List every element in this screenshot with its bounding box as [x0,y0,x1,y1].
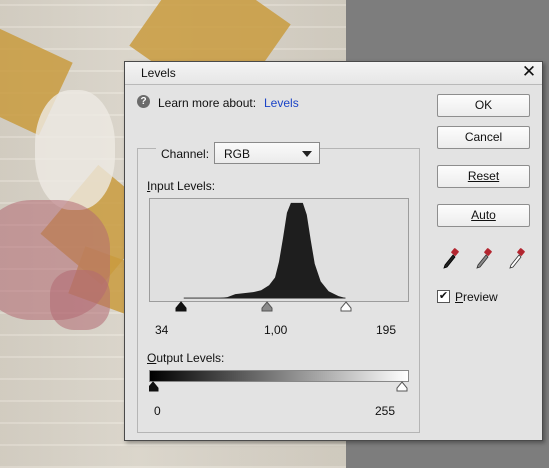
output-slider-track [149,381,408,392]
learn-more-link[interactable]: Levels [264,96,299,110]
output-black-value[interactable]: 0 [154,404,161,418]
help-icon: ? [137,95,150,108]
histogram [149,198,409,302]
output-white-slider-handle [396,381,408,392]
white-point-eyedropper-icon[interactable] [508,248,526,270]
close-icon[interactable]: ✕ [520,63,538,81]
channel-select[interactable]: RGB [214,142,320,164]
cancel-button[interactable]: Cancel [437,126,530,149]
channel-value: RGB [224,147,251,161]
input-white-slider-handle [340,301,352,312]
input-black-value[interactable]: 34 [155,323,168,337]
input-slider-track [175,301,352,312]
output-white-value[interactable]: 255 [375,404,395,418]
dialog-title: Levels [141,66,176,80]
reset-button[interactable]: Reset [437,165,530,188]
input-midtone-slider-handle [261,301,273,312]
input-black-slider-handle [175,301,187,312]
preview-label[interactable]: Preview [455,290,498,304]
black-point-eyedropper-icon[interactable] [442,248,460,270]
dialog-titlebar[interactable]: Levels ✕ [125,62,542,85]
preview-checkbox[interactable]: ✔ [437,290,450,303]
chevron-down-icon [302,151,312,157]
histogram-curve [183,202,346,299]
ok-button[interactable]: OK [437,94,530,117]
auto-button-label: Auto [471,208,496,222]
channel-label: Channel: [156,147,215,161]
learn-more-text: Learn more about: [158,96,257,110]
output-black-slider-handle [149,381,159,392]
input-white-value[interactable]: 195 [376,323,396,337]
input-levels-label: Input Levels: [147,179,216,193]
gray-point-eyedropper-icon[interactable] [475,248,493,270]
reset-button-label: Reset [467,169,500,183]
levels-dialog: Levels ✕ ? Learn more about: Levels OK C… [124,61,543,441]
input-midtone-value[interactable]: 1,00 [264,323,287,337]
auto-button[interactable]: Auto [437,204,530,227]
output-levels-label: Output Levels: [147,351,225,365]
